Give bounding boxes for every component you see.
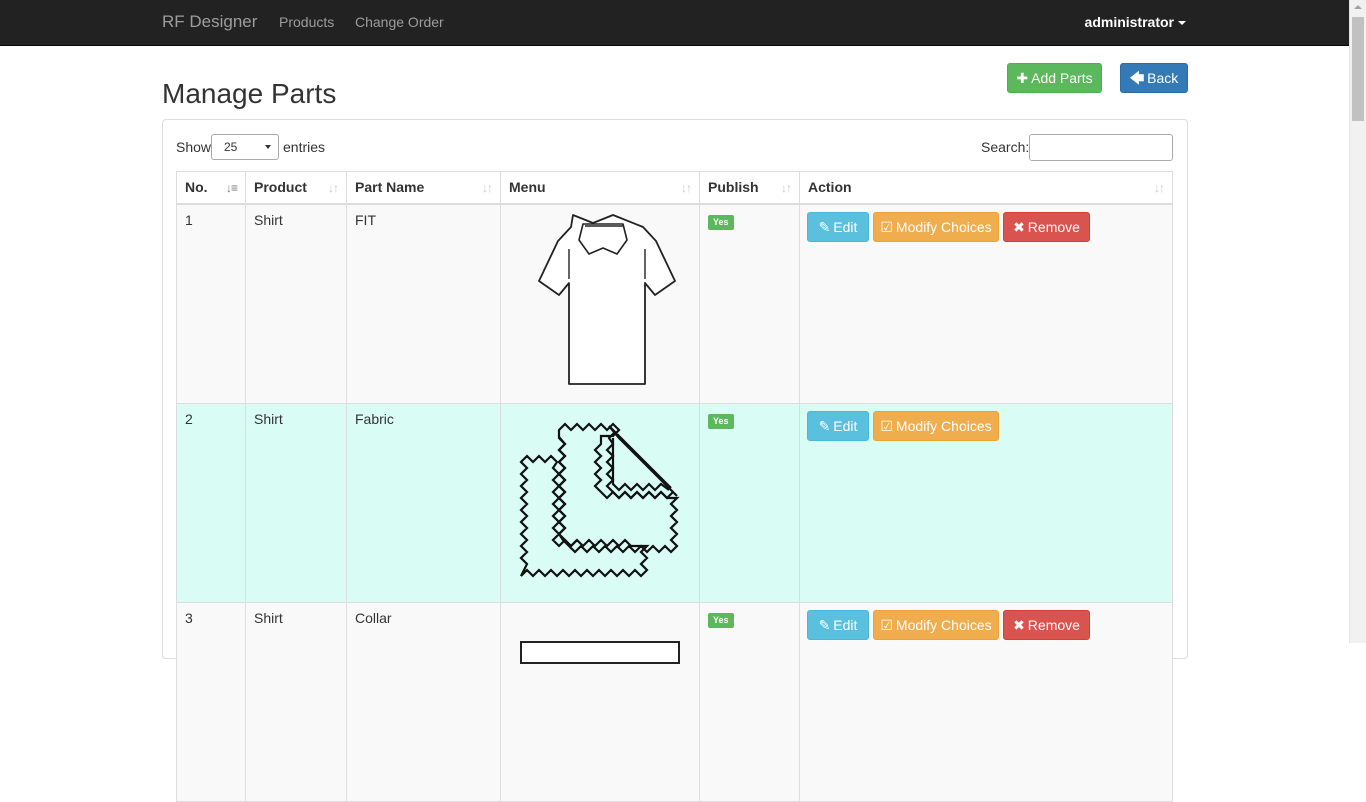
entries-label: entries <box>283 139 326 155</box>
sort-icon: ↓↑ <box>681 181 692 195</box>
cell-menu <box>501 205 700 403</box>
cell-actions: ✎ Edit ☑ Modify Choices <box>800 404 1172 602</box>
fabric-swatches-icon <box>519 422 680 578</box>
cell-publish: Yes <box>700 603 800 801</box>
table-header: No. ↓≡ Product ↓↑ Part Name ↓↑ Menu ↓↑ Publi… <box>176 171 1173 205</box>
cell-publish: Yes <box>700 205 800 403</box>
pencil-icon: ✎ <box>818 219 831 235</box>
status-badge: Yes <box>708 414 734 429</box>
shirt-icon <box>538 214 676 385</box>
back-button[interactable]: 🡄 Back <box>1120 63 1188 93</box>
entries-select[interactable]: 25 <box>211 134 279 160</box>
remove-button[interactable]: ✖ Remove <box>1003 610 1090 640</box>
status-badge: Yes <box>708 215 734 230</box>
sort-icon: ↓↑ <box>482 181 493 195</box>
table-row: 2 Shirt Fabric Yes ✎ Edit ☑ Modify Choices <box>176 404 1173 603</box>
table-row: 1 Shirt FIT Yes ✎ Edit ☑ Modify Choices ✖ R… <box>176 205 1173 404</box>
show-label: Show <box>176 139 212 155</box>
edit-button[interactable]: ✎ Edit <box>807 610 869 640</box>
column-header-publish[interactable]: Publish ↓↑ <box>700 172 800 204</box>
add-parts-button[interactable]: ✚ Add Parts <box>1007 63 1102 93</box>
status-badge: Yes <box>708 613 734 628</box>
edit-button[interactable]: ✎ Edit <box>807 411 869 441</box>
modify-choices-button[interactable]: ☑ Modify Choices <box>873 411 999 441</box>
sort-icon: ↓↑ <box>1154 181 1165 195</box>
cell-actions: ✎ Edit ☑ Modify Choices ✖ Remove <box>800 205 1172 403</box>
cell-part-name: Collar <box>347 603 501 801</box>
close-icon: ✖ <box>1013 617 1025 633</box>
modify-choices-button[interactable]: ☑ Modify Choices <box>873 212 999 242</box>
cell-no: 2 <box>177 404 246 602</box>
column-header-product[interactable]: Product ↓↑ <box>246 172 347 204</box>
table-row: 3 Shirt Collar Yes ✎ Edit ☑ Modify Choices… <box>176 603 1173 802</box>
nav-link-change-order[interactable]: Change Order <box>355 14 444 30</box>
column-header-part-name[interactable]: Part Name ↓↑ <box>347 172 501 204</box>
arrow-left-icon: 🡄 <box>1129 70 1145 86</box>
page-scrollbar[interactable] <box>1349 0 1366 643</box>
entries-value: 25 <box>224 140 238 154</box>
modify-choices-button[interactable]: ☑ Modify Choices <box>873 610 999 640</box>
plus-icon: ✚ <box>1016 70 1029 86</box>
pencil-icon: ✎ <box>818 617 831 633</box>
close-icon: ✖ <box>1013 219 1025 235</box>
cell-menu <box>501 404 700 602</box>
user-name: administrator <box>1084 14 1174 30</box>
cell-part-name: Fabric <box>347 404 501 602</box>
page-title: Manage Parts <box>162 78 337 109</box>
pencil-icon: ✎ <box>818 418 831 434</box>
nav-link-products[interactable]: Products <box>279 14 334 30</box>
user-menu[interactable]: administrator <box>1085 14 1186 30</box>
cell-product: Shirt <box>246 404 347 602</box>
check-square-icon: ☑ <box>880 219 893 235</box>
check-square-icon: ☑ <box>880 418 893 434</box>
search-label: Search: <box>981 139 1030 155</box>
cell-actions: ✎ Edit ☑ Modify Choices ✖ Remove <box>800 603 1172 801</box>
scroll-up-arrow-icon[interactable] <box>1354 5 1362 9</box>
cell-publish: Yes <box>700 404 800 602</box>
edit-button[interactable]: ✎ Edit <box>807 212 869 242</box>
sort-icon: ↓↑ <box>781 181 792 195</box>
cell-part-name: FIT <box>347 205 501 403</box>
search-input[interactable] <box>1029 134 1173 161</box>
sort-icon: ↓↑ <box>328 181 339 195</box>
cell-product: Shirt <box>246 603 347 801</box>
column-header-action[interactable]: Action ↓↑ <box>800 172 1172 204</box>
dropdown-arrow-icon <box>265 145 271 149</box>
column-header-menu[interactable]: Menu ↓↑ <box>501 172 700 204</box>
cell-product: Shirt <box>246 205 347 403</box>
cell-no: 3 <box>177 603 246 801</box>
remove-button[interactable]: ✖ Remove <box>1003 212 1090 242</box>
top-navbar: RF Designer Products Change Order admini… <box>0 0 1349 46</box>
cell-no: 1 <box>177 205 246 403</box>
cell-menu <box>501 603 700 801</box>
scrollbar-thumb[interactable] <box>1352 17 1364 121</box>
column-header-no[interactable]: No. ↓≡ <box>177 172 246 204</box>
brand-link[interactable]: RF Designer <box>162 12 257 32</box>
collar-icon <box>520 641 680 664</box>
sort-asc-icon: ↓≡ <box>225 181 238 195</box>
check-square-icon: ☑ <box>880 617 893 633</box>
caret-down-icon <box>1178 21 1186 26</box>
